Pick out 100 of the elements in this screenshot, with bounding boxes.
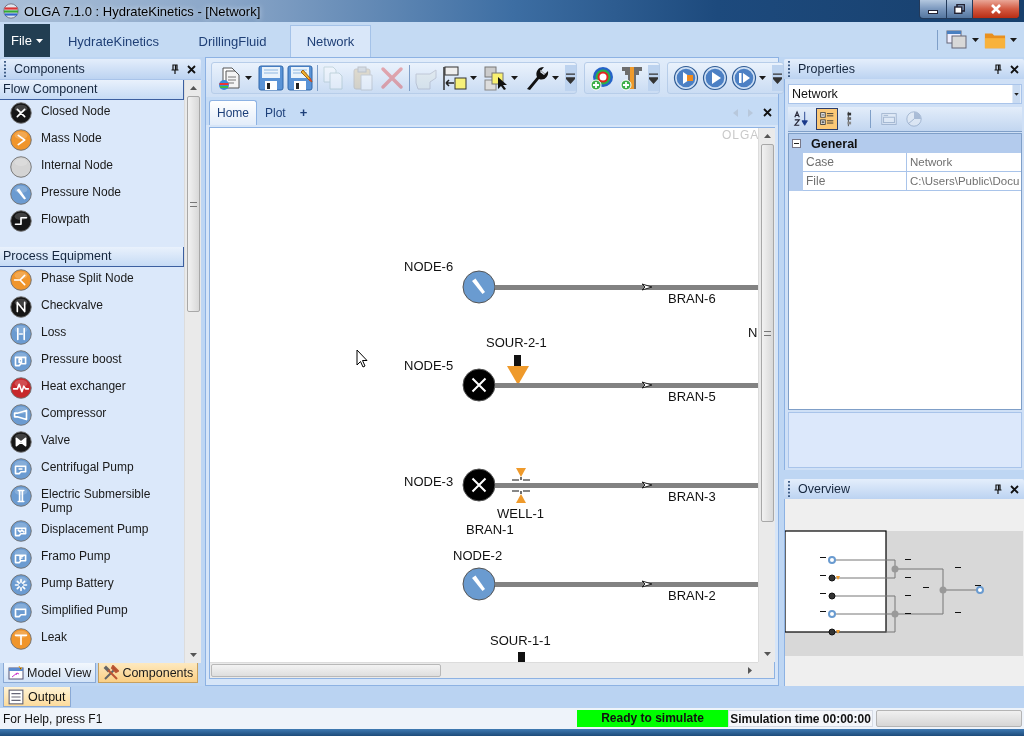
align-boxes-icon[interactable] (442, 64, 468, 91)
caret-icon[interactable] (972, 38, 979, 42)
ring-plus-icon[interactable] (590, 64, 616, 91)
windows-icon[interactable] (946, 30, 968, 50)
collapse-icon[interactable] (792, 139, 801, 148)
panel-tab[interactable]: Components (98, 663, 199, 683)
view-tab[interactable]: Home (209, 100, 257, 125)
scrollbar[interactable] (758, 128, 775, 662)
component-label[interactable]: Pump Battery (41, 574, 176, 590)
component-label[interactable]: Leak (41, 628, 176, 644)
component-label[interactable]: Framo Pump (41, 547, 176, 563)
component-label[interactable]: Heat exchanger (41, 377, 176, 393)
pin-icon[interactable] (994, 484, 1002, 494)
category-header[interactable]: Process Equipment (0, 247, 184, 267)
restore-icon (954, 4, 965, 14)
case-tab[interactable]: DrillingFluid (175, 25, 290, 57)
component-label[interactable]: Closed Node (41, 102, 176, 118)
panel-tab[interactable]: Model View (3, 663, 97, 683)
component-label[interactable]: Phase Split Node (41, 269, 176, 285)
property-name[interactable]: File (803, 172, 907, 191)
component-label[interactable]: Centrifugal Pump (41, 458, 176, 474)
close-icon[interactable] (187, 64, 196, 74)
category-row[interactable]: General (789, 134, 1021, 153)
caret-icon[interactable] (552, 75, 559, 80)
overflow-icon[interactable] (772, 64, 783, 91)
component-label[interactable]: Flowpath (41, 210, 176, 226)
scroll-right-icon[interactable] (748, 667, 752, 674)
step-play-icon[interactable] (731, 64, 757, 91)
view-tab[interactable]: Plot (257, 100, 294, 125)
pipeline[interactable] (495, 482, 758, 488)
pin-icon[interactable] (994, 64, 1002, 74)
component-label[interactable]: Loss (41, 323, 176, 339)
component-label[interactable]: Simplified Pump (41, 601, 176, 617)
caret-icon[interactable] (1010, 38, 1017, 42)
minimize-button[interactable] (919, 0, 947, 19)
branch-label: BRAN-3 (668, 489, 716, 504)
categorized-icon[interactable] (816, 108, 838, 130)
pipe-plus-icon[interactable] (619, 64, 645, 91)
component-label[interactable]: Pressure Node (41, 183, 176, 199)
file-menu-button[interactable]: File (4, 24, 50, 57)
pipeline[interactable] (495, 382, 758, 388)
component-label[interactable]: Pressure boost (41, 350, 176, 366)
caret-icon[interactable] (511, 75, 518, 80)
source-arrow-icon[interactable] (507, 355, 529, 385)
caret-icon[interactable] (759, 75, 766, 80)
well-marker-icon[interactable] (512, 468, 530, 503)
component-label[interactable]: Compressor (41, 404, 176, 420)
component-label[interactable]: Valve (41, 431, 176, 447)
x-node[interactable] (462, 368, 496, 402)
scroll-up-icon[interactable] (763, 134, 771, 138)
node-label: NODE-6 (404, 259, 454, 274)
tools-icon (103, 664, 120, 681)
component-label[interactable]: Electric Submersible Pump (41, 485, 176, 515)
caret-icon[interactable] (470, 75, 477, 80)
scrollbar-thumb[interactable] (186, 96, 200, 312)
floppy-pencil-icon[interactable] (287, 64, 313, 91)
scrollbar-thumb[interactable] (211, 664, 441, 677)
select-boxes-icon[interactable] (483, 64, 509, 91)
scrollbar[interactable] (184, 80, 201, 663)
component-label[interactable]: Mass Node (41, 129, 176, 145)
play-stop-icon[interactable] (673, 64, 699, 91)
pin-icon[interactable] (171, 64, 179, 74)
overflow-icon[interactable] (648, 64, 659, 91)
scrollbar[interactable] (210, 662, 758, 678)
stem-marker-icon[interactable] (518, 652, 525, 662)
panel-title: Properties (798, 62, 855, 76)
property-name[interactable]: Case (803, 153, 907, 172)
component-label[interactable]: Checkvalve (41, 296, 176, 312)
wedge-node[interactable] (462, 567, 496, 601)
scroll-down-icon[interactable] (189, 653, 197, 657)
component-label[interactable]: Internal Node (41, 156, 176, 172)
scroll-up-icon[interactable] (189, 86, 197, 90)
overflow-icon[interactable] (565, 64, 576, 91)
case-tab[interactable]: Network (290, 25, 371, 57)
scroll-down-icon[interactable] (763, 652, 771, 656)
x-node[interactable] (462, 468, 496, 502)
floppy-icon[interactable] (258, 64, 284, 91)
pipeline[interactable] (495, 581, 758, 587)
caret-icon[interactable] (245, 75, 252, 80)
output-tab[interactable]: Output (3, 687, 71, 707)
close-button[interactable] (973, 0, 1020, 19)
component-label[interactable]: Displacement Pump (41, 520, 176, 536)
property-value[interactable]: Network (907, 153, 1021, 172)
close-icon[interactable] (1010, 64, 1019, 74)
pipeline[interactable] (495, 284, 758, 290)
add-tab-button[interactable]: + (293, 100, 316, 125)
play-icon[interactable] (702, 64, 728, 91)
property-value[interactable]: C:\Users\Public\Docu (907, 172, 1021, 191)
close-icon[interactable] (1010, 484, 1019, 494)
wedge-node[interactable] (462, 270, 496, 304)
case-tab[interactable]: HydrateKinetics (52, 25, 175, 57)
documents-icon[interactable] (217, 64, 243, 91)
object-dropdown[interactable]: Network (788, 84, 1022, 104)
node-label: NODE-3 (404, 474, 454, 489)
wrench-icon[interactable] (524, 64, 550, 91)
category-header[interactable]: Flow Component (0, 80, 184, 100)
scrollbar-thumb[interactable] (760, 144, 774, 522)
check-valve-icon (10, 296, 32, 318)
restore-button[interactable] (947, 0, 973, 19)
close-icon[interactable] (763, 108, 772, 117)
